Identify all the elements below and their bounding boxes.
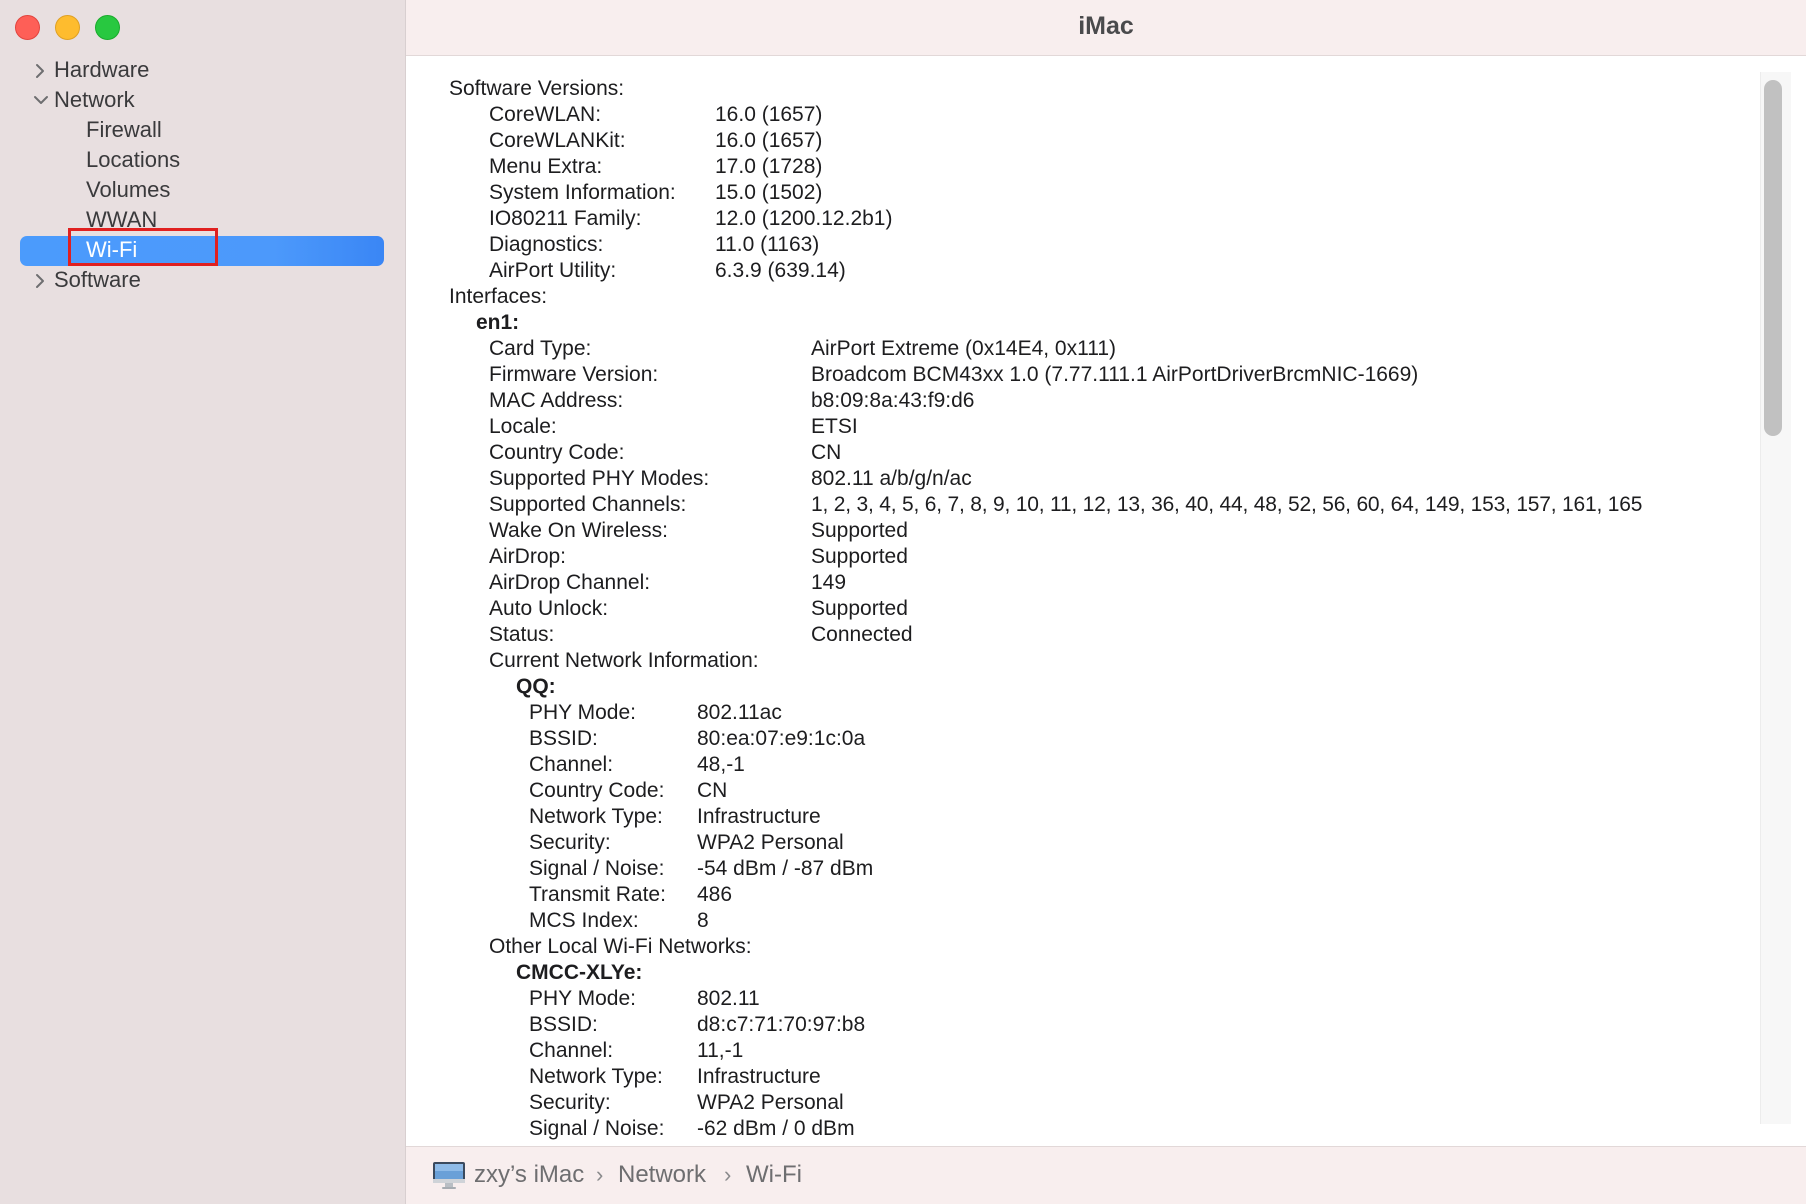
info-value: -62 dBm / 0 dBm: [697, 1117, 855, 1140]
info-key: AirDrop:: [489, 545, 567, 568]
info-value: 802.11 a/b/g/n/ac: [811, 467, 972, 490]
annotation-highlight-box: [68, 228, 218, 266]
info-value: Supported: [811, 519, 908, 542]
info-value: Broadcom BCM43xx 1.0 (7.77.111.1 AirPort…: [811, 363, 1419, 386]
info-key: Signal / Noise:: [529, 1117, 665, 1140]
info-value: CN: [811, 441, 842, 464]
info-value: CN: [697, 779, 728, 802]
info-key: Card Type:: [489, 337, 592, 360]
info-value: d8:c7:71:70:97:b8: [697, 1013, 866, 1036]
info-value: Connected: [811, 623, 913, 646]
path-item-computer[interactable]: zxy’s iMac: [474, 1161, 584, 1189]
info-key: Supported PHY Modes:: [489, 467, 710, 490]
info-key: PHY Mode:: [529, 701, 636, 724]
info-value: 802.11ac: [697, 701, 782, 724]
info-value: 6.3.9 (639.14): [715, 259, 846, 282]
chevron-down-icon[interactable]: [28, 85, 54, 115]
info-key: System Information:: [489, 181, 676, 204]
info-value: Infrastructure: [697, 1065, 821, 1088]
info-value: 48,-1: [697, 753, 745, 776]
info-key: MCS Index:: [529, 909, 639, 932]
info-key: Locale:: [489, 415, 557, 438]
info-value: 802.11: [697, 987, 760, 1010]
sidebar-item-label: Locations: [86, 147, 181, 172]
info-key: Wake On Wireless:: [489, 519, 668, 542]
info-value: 11,-1: [697, 1039, 744, 1062]
info-key: Country Code:: [529, 779, 665, 802]
window-title: iMac: [1078, 12, 1134, 40]
titlebar: iMac: [406, 0, 1806, 56]
main-panel: iMac Software Versions: CoreWLAN: 16.0 (…: [406, 0, 1806, 1204]
info-value: WPA2 Personal: [697, 831, 844, 854]
sidebar-item-label: Volumes: [86, 177, 171, 202]
minimize-window-button[interactable]: [55, 15, 80, 40]
info-value: Supported: [811, 597, 908, 620]
path-item-network[interactable]: Network: [618, 1161, 706, 1189]
info-value: 11.0 (1163): [715, 233, 820, 256]
info-key: Diagnostics:: [489, 233, 604, 256]
info-value: WPA2 Personal: [697, 1091, 844, 1114]
detail-content[interactable]: Software Versions: CoreWLAN: 16.0 (1657)…: [406, 56, 1754, 1146]
info-key: BSSID:: [529, 727, 598, 750]
info-key: PHY Mode:: [529, 987, 636, 1010]
chevron-right-icon[interactable]: [28, 265, 54, 295]
info-key: Network Type:: [529, 1065, 663, 1088]
sidebar-item-software[interactable]: Software: [28, 265, 388, 295]
sidebar-item-hardware[interactable]: Hardware: [28, 55, 388, 85]
path-separator: ›: [596, 1162, 604, 1187]
info-key: BSSID:: [529, 1013, 598, 1036]
sidebar-item-label: Firewall: [86, 117, 162, 142]
info-value: 12.0 (1200.12.2b1): [715, 207, 893, 230]
info-key: Supported Channels:: [489, 493, 687, 516]
info-key: Security:: [529, 831, 611, 854]
info-value: 149: [811, 571, 847, 594]
info-value: 16.0 (1657): [715, 103, 823, 126]
info-value: b8:09:8a:43:f9:d6: [811, 389, 975, 412]
info-key: Transmit Rate:: [529, 883, 666, 906]
scrollbar-thumb[interactable]: [1764, 80, 1782, 436]
info-value: AirPort Extreme (0x14E4, 0x111): [811, 337, 1117, 360]
zoom-window-button[interactable]: [95, 15, 120, 40]
info-value: 17.0 (1728): [715, 155, 823, 178]
info-value: 486: [697, 883, 733, 906]
close-window-button[interactable]: [15, 15, 40, 40]
info-value: 16.0 (1657): [715, 129, 823, 152]
info-value: 15.0 (1502): [715, 181, 823, 204]
path-bar: zxy’s iMac › Network › Wi-Fi: [406, 1146, 1806, 1204]
info-key: CoreWLAN:: [489, 103, 602, 126]
sidebar-item-label: Network: [54, 87, 135, 112]
info-key: AirPort Utility:: [489, 259, 617, 282]
info-key: Signal / Noise:: [529, 857, 665, 880]
info-key: Firmware Version:: [489, 363, 659, 386]
info-value: Infrastructure: [697, 805, 821, 828]
info-key: Status:: [489, 623, 555, 646]
info-key: Menu Extra:: [489, 155, 603, 178]
sidebar-item-label: Software: [54, 267, 141, 292]
imac-icon: [432, 1161, 466, 1196]
info-key: MAC Address:: [489, 389, 624, 412]
info-value: -54 dBm / -87 dBm: [697, 857, 874, 880]
info-key: Channel:: [529, 1039, 614, 1062]
info-value: 8: [697, 909, 709, 932]
chevron-right-icon[interactable]: [28, 55, 54, 85]
system-information-window: Hardware Network Firewall Locations Volu…: [0, 0, 1806, 1204]
info-value: 80:ea:07:e9:1c:0a: [697, 727, 866, 750]
info-value: Supported: [811, 545, 908, 568]
info-key: IO80211 Family:: [489, 207, 642, 230]
info-key: Auto Unlock:: [489, 597, 609, 620]
info-value: ETSI: [811, 415, 858, 438]
path-separator: ›: [724, 1162, 732, 1187]
info-key: Country Code:: [489, 441, 625, 464]
sidebar: Hardware Network Firewall Locations Volu…: [0, 0, 406, 1204]
path-item-wifi[interactable]: Wi-Fi: [746, 1161, 802, 1189]
info-key: CoreWLANKit:: [489, 129, 626, 152]
sidebar-item-network[interactable]: Network: [28, 85, 388, 115]
info-key: Network Type:: [529, 805, 663, 828]
info-key: AirDrop Channel:: [489, 571, 651, 594]
info-key: Channel:: [529, 753, 614, 776]
info-value: 1, 2, 3, 4, 5, 6, 7, 8, 9, 10, 11, 12, 1…: [811, 493, 1643, 516]
info-key: Security:: [529, 1091, 611, 1114]
sidebar-item-label: Hardware: [54, 57, 150, 82]
